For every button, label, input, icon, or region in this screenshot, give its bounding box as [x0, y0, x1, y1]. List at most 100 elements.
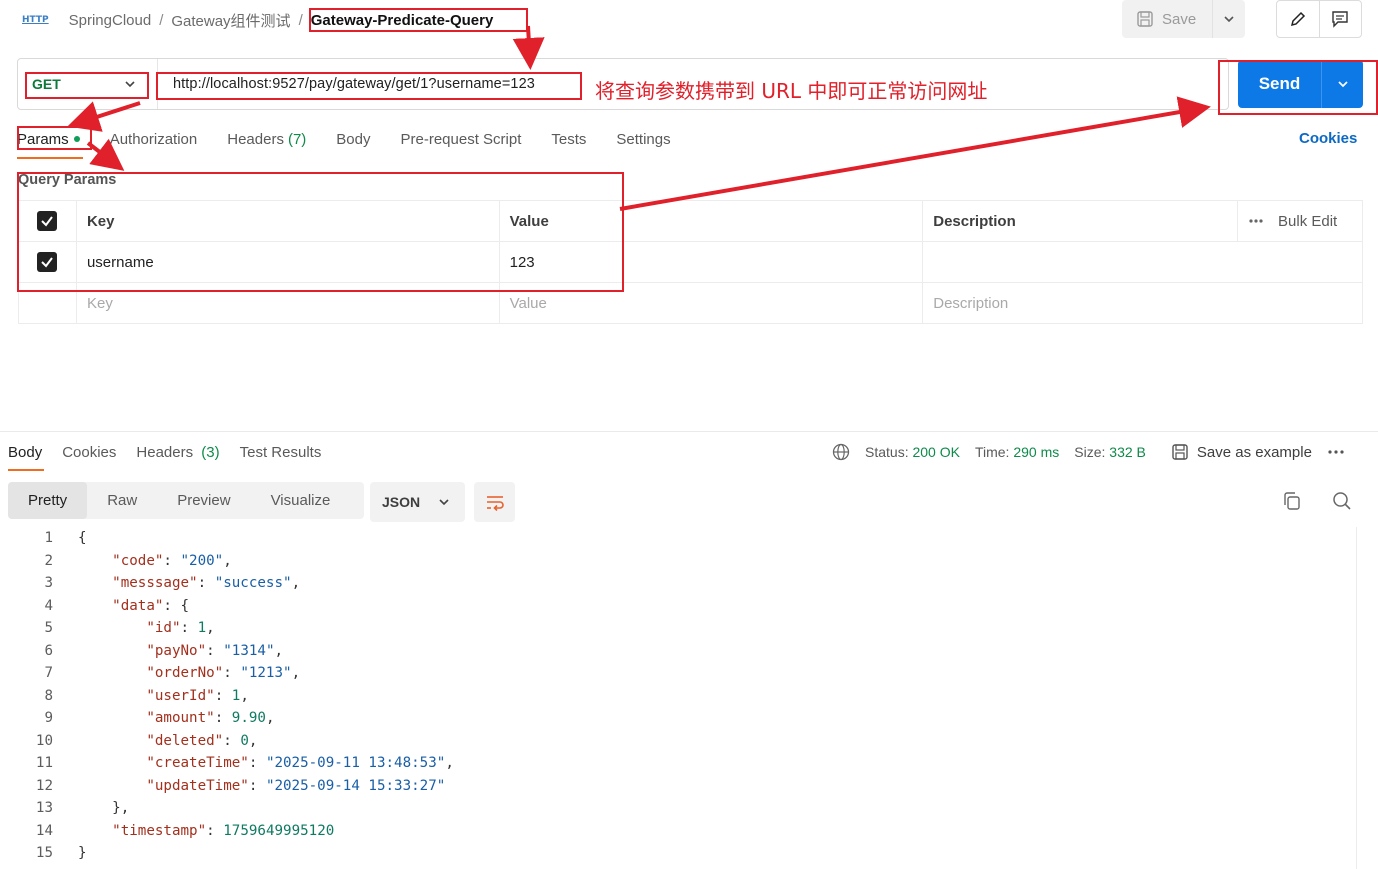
code-line: 6 "payNo": "1314", — [0, 640, 283, 663]
json-key: "orderNo" — [146, 665, 224, 682]
line-number: 6 — [44, 642, 53, 659]
code-line: 13 }, — [0, 797, 129, 820]
chevron-down-icon — [437, 495, 451, 509]
arrow-params-to-query — [86, 138, 125, 171]
response-tabs: Body Cookies Headers (3) Test Results — [8, 441, 341, 463]
code-tail: , — [265, 710, 275, 727]
size-readout[interactable]: Size: 332 B — [1074, 444, 1146, 460]
code-tail: { — [78, 530, 87, 547]
wrap-lines-button[interactable] — [474, 482, 515, 522]
view-preview[interactable]: Preview — [157, 482, 250, 519]
code-line: 5 "id": 1, — [0, 617, 215, 640]
view-pretty[interactable]: Pretty — [8, 482, 88, 519]
response-tab-headers[interactable]: Headers (3) — [136, 444, 219, 461]
save-icon — [1171, 443, 1189, 461]
code-text: "data": { — [53, 598, 189, 614]
line-number: 12 — [35, 777, 53, 794]
code-tail: , — [240, 687, 249, 704]
code-tail: } — [78, 845, 87, 862]
code-tail: }, — [112, 800, 130, 817]
size-label: Size: — [1074, 444, 1106, 460]
status-label: Status: — [865, 444, 909, 460]
code-line: 2 "code": "200", — [0, 550, 232, 573]
json-value: 9.90 — [231, 710, 266, 727]
json-value: "success" — [214, 575, 292, 592]
code-text: "createTime": "2025-09-11 13:48:53", — [53, 755, 454, 771]
view-raw[interactable]: Raw — [87, 482, 157, 519]
copy-icon — [1282, 491, 1302, 511]
code-text: { — [53, 530, 87, 546]
code-text: "updateTime": "2025-09-14 15:33:27" — [53, 778, 445, 794]
json-key: "timestamp" — [112, 822, 207, 839]
code-tail: , — [248, 732, 258, 749]
json-key: "deleted" — [146, 732, 224, 749]
line-number: 13 — [35, 800, 53, 817]
code-text: "amount": 9.90, — [53, 710, 275, 727]
line-number: 2 — [44, 552, 53, 569]
json-value: "2025-09-14 15:33:27" — [265, 777, 446, 794]
line-number: 8 — [44, 687, 53, 704]
code-text: }, — [53, 800, 129, 816]
code-tail: , — [291, 575, 301, 592]
code-text: "deleted": 0, — [53, 733, 257, 749]
code-line: 10 "deleted": 0, — [0, 730, 258, 753]
json-key: "amount" — [146, 710, 215, 727]
code-text: "orderNo": "1213", — [53, 665, 300, 681]
response-tab-body[interactable]: Body — [8, 444, 42, 461]
editor-scrollbar[interactable] — [1356, 527, 1372, 869]
line-number: 14 — [35, 822, 53, 839]
active-response-tab-indicator — [8, 469, 44, 471]
code-tail: { — [180, 597, 190, 614]
json-value: "1314" — [223, 642, 275, 659]
save-as-example-label: Save as example — [1196, 443, 1312, 461]
time-readout[interactable]: Time: 290 ms — [975, 444, 1059, 460]
code-text: "code": "200", — [53, 553, 232, 569]
size-value: 332 B — [1109, 444, 1146, 460]
save-as-example-button[interactable]: Save as example — [1171, 443, 1312, 461]
view-visualize[interactable]: Visualize — [251, 482, 351, 519]
line-number: 3 — [44, 575, 53, 592]
copy-button[interactable] — [1282, 491, 1302, 511]
json-key: "userId" — [146, 687, 215, 704]
code-line: 1{ — [0, 527, 87, 550]
globe-icon[interactable] — [832, 443, 850, 461]
json-key: "createTime" — [146, 755, 249, 772]
json-key: "data" — [112, 597, 164, 614]
response-body-editor[interactable]: 1{ 2 "code": "200", 3 "messsage": "succe… — [0, 527, 1372, 869]
line-number: 9 — [44, 710, 53, 727]
code-line: 11 "createTime": "2025-09-11 13:48:53", — [0, 752, 454, 775]
line-number: 15 — [35, 845, 53, 862]
line-number: 7 — [44, 665, 53, 682]
tab-label: Headers — [136, 443, 194, 461]
line-number: 4 — [44, 597, 53, 614]
tab-count: (3) — [201, 443, 220, 461]
response-tab-test-results[interactable]: Test Results — [240, 444, 322, 461]
code-line: 4 "data": { — [0, 595, 189, 618]
status-readout[interactable]: Status: 200 OK — [865, 444, 960, 460]
code-tail: , — [206, 620, 215, 637]
code-tail: , — [274, 642, 284, 659]
response-divider — [0, 431, 1378, 432]
search-button[interactable] — [1332, 491, 1352, 511]
time-value: 290 ms — [1013, 444, 1060, 460]
response-tab-cookies[interactable]: Cookies — [62, 444, 116, 461]
code-text: "id": 1, — [53, 620, 215, 637]
more-icon[interactable] — [1327, 449, 1345, 455]
code-tail: , — [291, 665, 301, 682]
line-number: 5 — [44, 620, 53, 637]
json-key: "updateTime" — [146, 777, 249, 794]
format-value: JSON — [382, 494, 421, 510]
format-select[interactable]: JSON — [370, 482, 465, 522]
line-number: 11 — [35, 755, 53, 772]
view-mode-group: Pretty Raw Preview Visualize — [8, 482, 364, 519]
